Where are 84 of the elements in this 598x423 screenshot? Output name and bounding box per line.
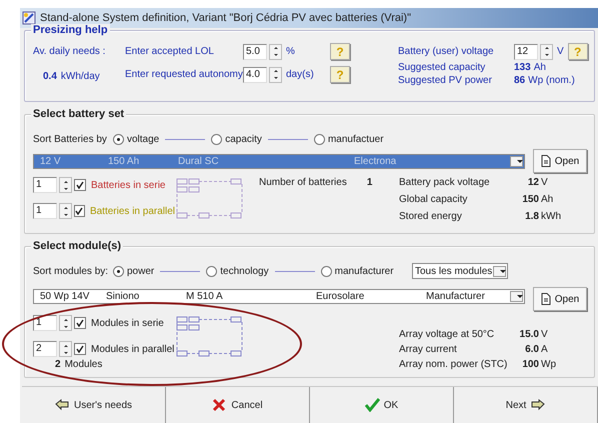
spin-field[interactable]: 1 [33,177,57,193]
window-title: Stand-alone System definition, Variant "Borj Cédria PV avec batteries (Vrai)" [40,12,411,24]
unit-label: Wp (nom.) [527,75,575,86]
result-value: 1.8 [524,211,539,222]
spin-field[interactable]: 12 [514,44,538,60]
spinner-control[interactable] [540,44,553,60]
field-label: Av. daily needs : [33,46,106,57]
result-label: Array voltage at 50°C [399,329,496,340]
unit-label: V [557,46,564,57]
total-value: 2 [55,359,61,370]
checkbox[interactable] [74,343,86,355]
app-icon [22,11,36,25]
count-label: Batteries in serie [91,180,166,190]
unit-label: V [540,177,548,188]
result-value: 100 [521,359,539,370]
result-label: Stored energy [399,211,463,222]
unit-label: A [540,344,548,355]
field-label: Enter accepted LOL [125,46,215,57]
spin-field[interactable]: 4.0 [243,66,267,82]
wiring-diagram [175,315,245,359]
spin-field[interactable]: 1 [33,203,57,219]
total-value: 1 [366,177,372,188]
unit-label: kWh [540,211,561,222]
wiring-diagram [175,177,245,221]
unit-label: % [285,46,296,57]
radio-option[interactable]: power [113,266,154,276]
count-label: Modules in parallel [91,344,174,354]
unit-label: kWh/day [60,71,100,82]
result-label: Array current [399,344,458,355]
group-title: Select module(s) [31,240,124,252]
close-icon [212,398,228,412]
selection-dropdown[interactable]: 50 Wp 14V Siniono M 510 A Eurosolare Manufacturer [33,288,525,304]
sort-label: Sort modules by: [33,266,110,276]
radio-option[interactable]: voltage [113,134,160,144]
count-label: Modules in serie [91,318,164,328]
spin-field[interactable]: 1 [33,315,57,331]
unit-label: day(s) [285,69,315,80]
result-value: 12 [526,177,539,188]
spinner-control[interactable] [59,203,72,219]
result-label: Suggested PV power [398,75,493,86]
unit-label: Ah [532,62,546,73]
dropdown-button[interactable] [510,290,523,302]
checkbox[interactable] [74,179,86,191]
checkbox[interactable] [74,317,86,329]
dropdown-button[interactable] [510,156,523,166]
total-label: Number of batteries [259,177,347,188]
unit-label: V [540,329,548,340]
sort-label: Sort Batteries by [33,134,108,144]
spin-field[interactable]: 5.0 [243,44,267,60]
count-label: Batteries in parallel [90,206,175,216]
result-label: Array nom. power (STC) [399,359,508,370]
spinner-control[interactable] [59,341,72,357]
radio-option[interactable]: manufactuer [314,134,384,144]
spinner-control[interactable] [59,177,72,193]
checkbox[interactable] [74,205,85,217]
result-value: 133 [514,62,531,73]
filter-dropdown[interactable]: Tous les modules [412,263,508,279]
document-icon [540,293,551,305]
spinner-control[interactable] [59,315,72,331]
radio-option[interactable]: manufacturer [320,266,394,276]
spinner-control[interactable] [269,44,282,60]
result-value: 150 [521,194,539,205]
spinner-control[interactable] [269,66,282,82]
result-label: Global capacity [399,194,468,205]
unit-label: Ah [540,194,554,205]
result-value: 6.0 [524,344,539,355]
unit-label: Wp [540,359,556,370]
checkmark-icon [364,398,380,412]
result-label: Battery pack voltage [399,177,491,188]
radio-option[interactable]: technology [206,266,269,276]
group-title: Presizing help [31,24,110,36]
daily-needs-value: 0.4 [43,71,57,82]
result-value: 86 [514,75,526,86]
document-icon [540,155,551,167]
result-label: Suggested capacity [398,62,486,73]
group-title: Select battery set [31,108,126,120]
spin-field[interactable]: 2 [33,341,57,357]
field-label: Enter requested autonomy [125,69,243,80]
result-value: 15.0 [518,329,539,340]
field-label: Battery (user) voltage [398,46,495,57]
open-button[interactable]: Open [533,287,587,311]
open-button[interactable]: Open [533,149,587,173]
radio-option[interactable]: capacity [211,134,262,144]
total-label: Modules [64,359,102,370]
